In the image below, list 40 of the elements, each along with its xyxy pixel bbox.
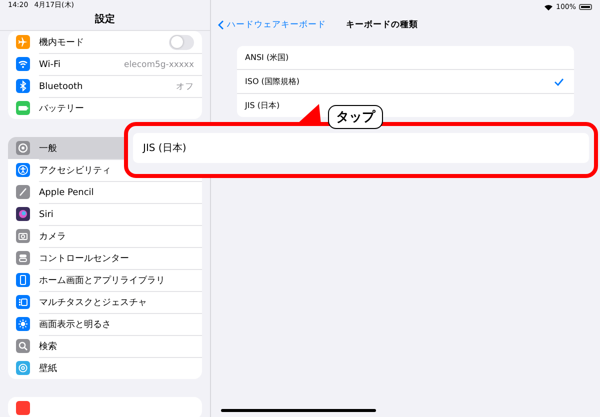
settings-row[interactable]: ホーム画面とアプリライブラリ [8, 269, 202, 291]
settings-row[interactable]: Bluetooth オフ [8, 75, 202, 97]
settings-row[interactable]: 検索 [8, 335, 202, 357]
toggle-switch[interactable] [169, 34, 194, 50]
row-label: Wi-Fi [39, 60, 60, 70]
settings-row[interactable]: Apple Pencil [8, 181, 202, 203]
row-label: マルチタスクとジェスチャ [39, 297, 147, 309]
row-label: Bluetooth [39, 82, 83, 92]
settings-row[interactable]: Wi-Fi elecom5g-xxxxx [8, 53, 202, 75]
row-label: コントロールセンター [39, 253, 129, 265]
settings-row[interactable]: 壁紙 [8, 357, 202, 379]
back-link[interactable]: ハードウェアキーボード [218, 19, 326, 31]
keyboard-option[interactable]: ISO (国際規格) [237, 69, 574, 93]
settings-row[interactable]: マルチタスクとジェスチャ [8, 291, 202, 313]
settings-row[interactable]: バッテリー [8, 97, 202, 119]
row-label: アクセシビリティ [39, 164, 111, 177]
keyboard-option[interactable]: ANSI (米国) [237, 46, 574, 69]
row-label: Siri [39, 210, 54, 220]
chevron-left-icon [218, 20, 224, 30]
row-label: 画面表示と明るさ [39, 318, 111, 331]
settings-row[interactable]: コントロールセンター [8, 247, 202, 269]
zoomed-option: JIS (日本) [133, 133, 589, 163]
row-label: 検索 [39, 340, 57, 353]
row-label: カメラ [39, 231, 66, 243]
battery-icon [579, 4, 592, 10]
row-value: elecom5g-xxxxx [124, 60, 194, 70]
settings-row[interactable]: Siri [8, 203, 202, 225]
row-label: 壁紙 [39, 362, 57, 375]
settings-row[interactable]: 画面表示と明るさ [8, 313, 202, 335]
page-title: キーボードの種類 [346, 19, 418, 31]
row-label: バッテリー [39, 103, 84, 115]
row-label: Apple Pencil [39, 188, 94, 198]
settings-row[interactable]: カメラ [8, 225, 202, 247]
settings-row[interactable]: 機内モード [8, 31, 202, 53]
row-value: オフ [176, 80, 194, 92]
row-label: 機内モード [39, 36, 84, 48]
wifi-icon [544, 4, 553, 10]
tap-callout: タップ [328, 105, 383, 129]
row-label: 一般 [39, 142, 57, 154]
row-label: ホーム画面とアプリライブラリ [39, 274, 165, 287]
